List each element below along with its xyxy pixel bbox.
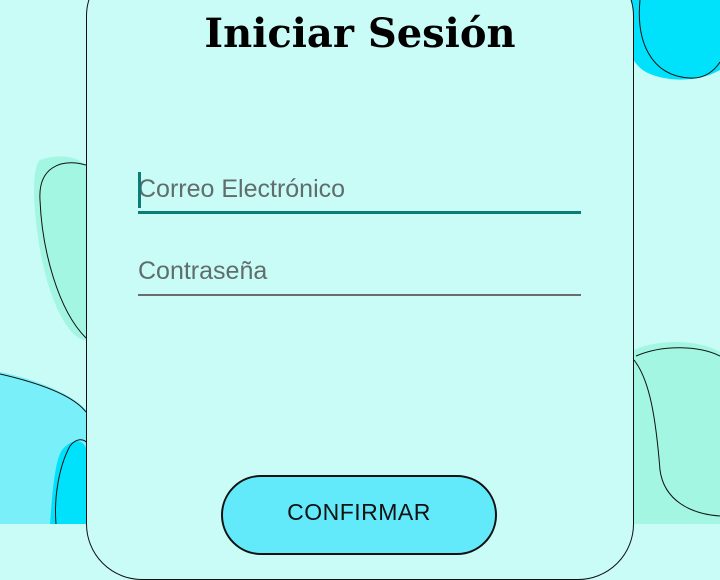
confirm-button[interactable]: CONFIRMAR xyxy=(221,475,497,555)
blob-right xyxy=(634,341,720,524)
page-title: Iniciar Sesión xyxy=(204,10,516,57)
blob-left xyxy=(34,156,91,341)
email-placeholder: Correo Electrónico xyxy=(138,175,346,203)
password-field[interactable]: Contraseña xyxy=(138,252,581,296)
text-cursor xyxy=(138,172,141,208)
password-placeholder: Contraseña xyxy=(138,257,268,285)
email-field[interactable]: Correo Electrónico xyxy=(138,170,581,214)
password-underline xyxy=(138,294,581,296)
email-underline xyxy=(138,211,581,214)
